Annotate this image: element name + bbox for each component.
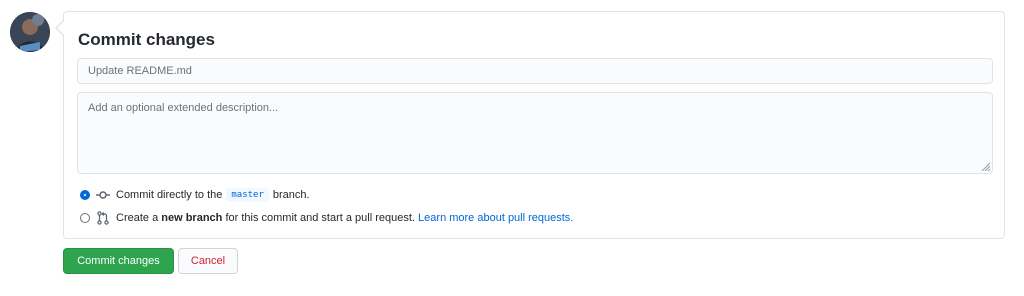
option-direct-suffix: branch. — [272, 189, 310, 201]
learn-more-link[interactable]: Learn more about pull requests. — [418, 212, 573, 224]
user-avatar — [10, 12, 50, 52]
option-new-prefix: Create a — [116, 212, 159, 224]
option-new-middle: for this commit and start a pull request… — [225, 212, 415, 224]
radio-commit-direct[interactable] — [80, 190, 90, 200]
radio-new-branch[interactable] — [80, 213, 90, 223]
option-new-bold: new branch — [161, 212, 223, 224]
option-commit-direct[interactable]: Commit directly to the master branch. — [80, 187, 310, 203]
commit-description-textarea[interactable] — [77, 92, 993, 174]
git-pull-request-icon — [97, 211, 109, 225]
branch-name: master — [226, 188, 269, 202]
commit-changes-button[interactable]: Commit changes — [63, 248, 174, 274]
option-direct-prefix: Commit directly to the — [116, 189, 223, 201]
option-new-branch[interactable]: Create a new branch for this commit and … — [80, 210, 573, 226]
cancel-button[interactable]: Cancel — [178, 248, 238, 274]
resize-handle-icon[interactable] — [980, 161, 990, 171]
speech-caret-fill — [57, 21, 64, 35]
git-commit-icon — [96, 191, 110, 199]
commit-summary-input[interactable] — [77, 58, 993, 84]
commit-heading: Commit changes — [78, 30, 215, 49]
